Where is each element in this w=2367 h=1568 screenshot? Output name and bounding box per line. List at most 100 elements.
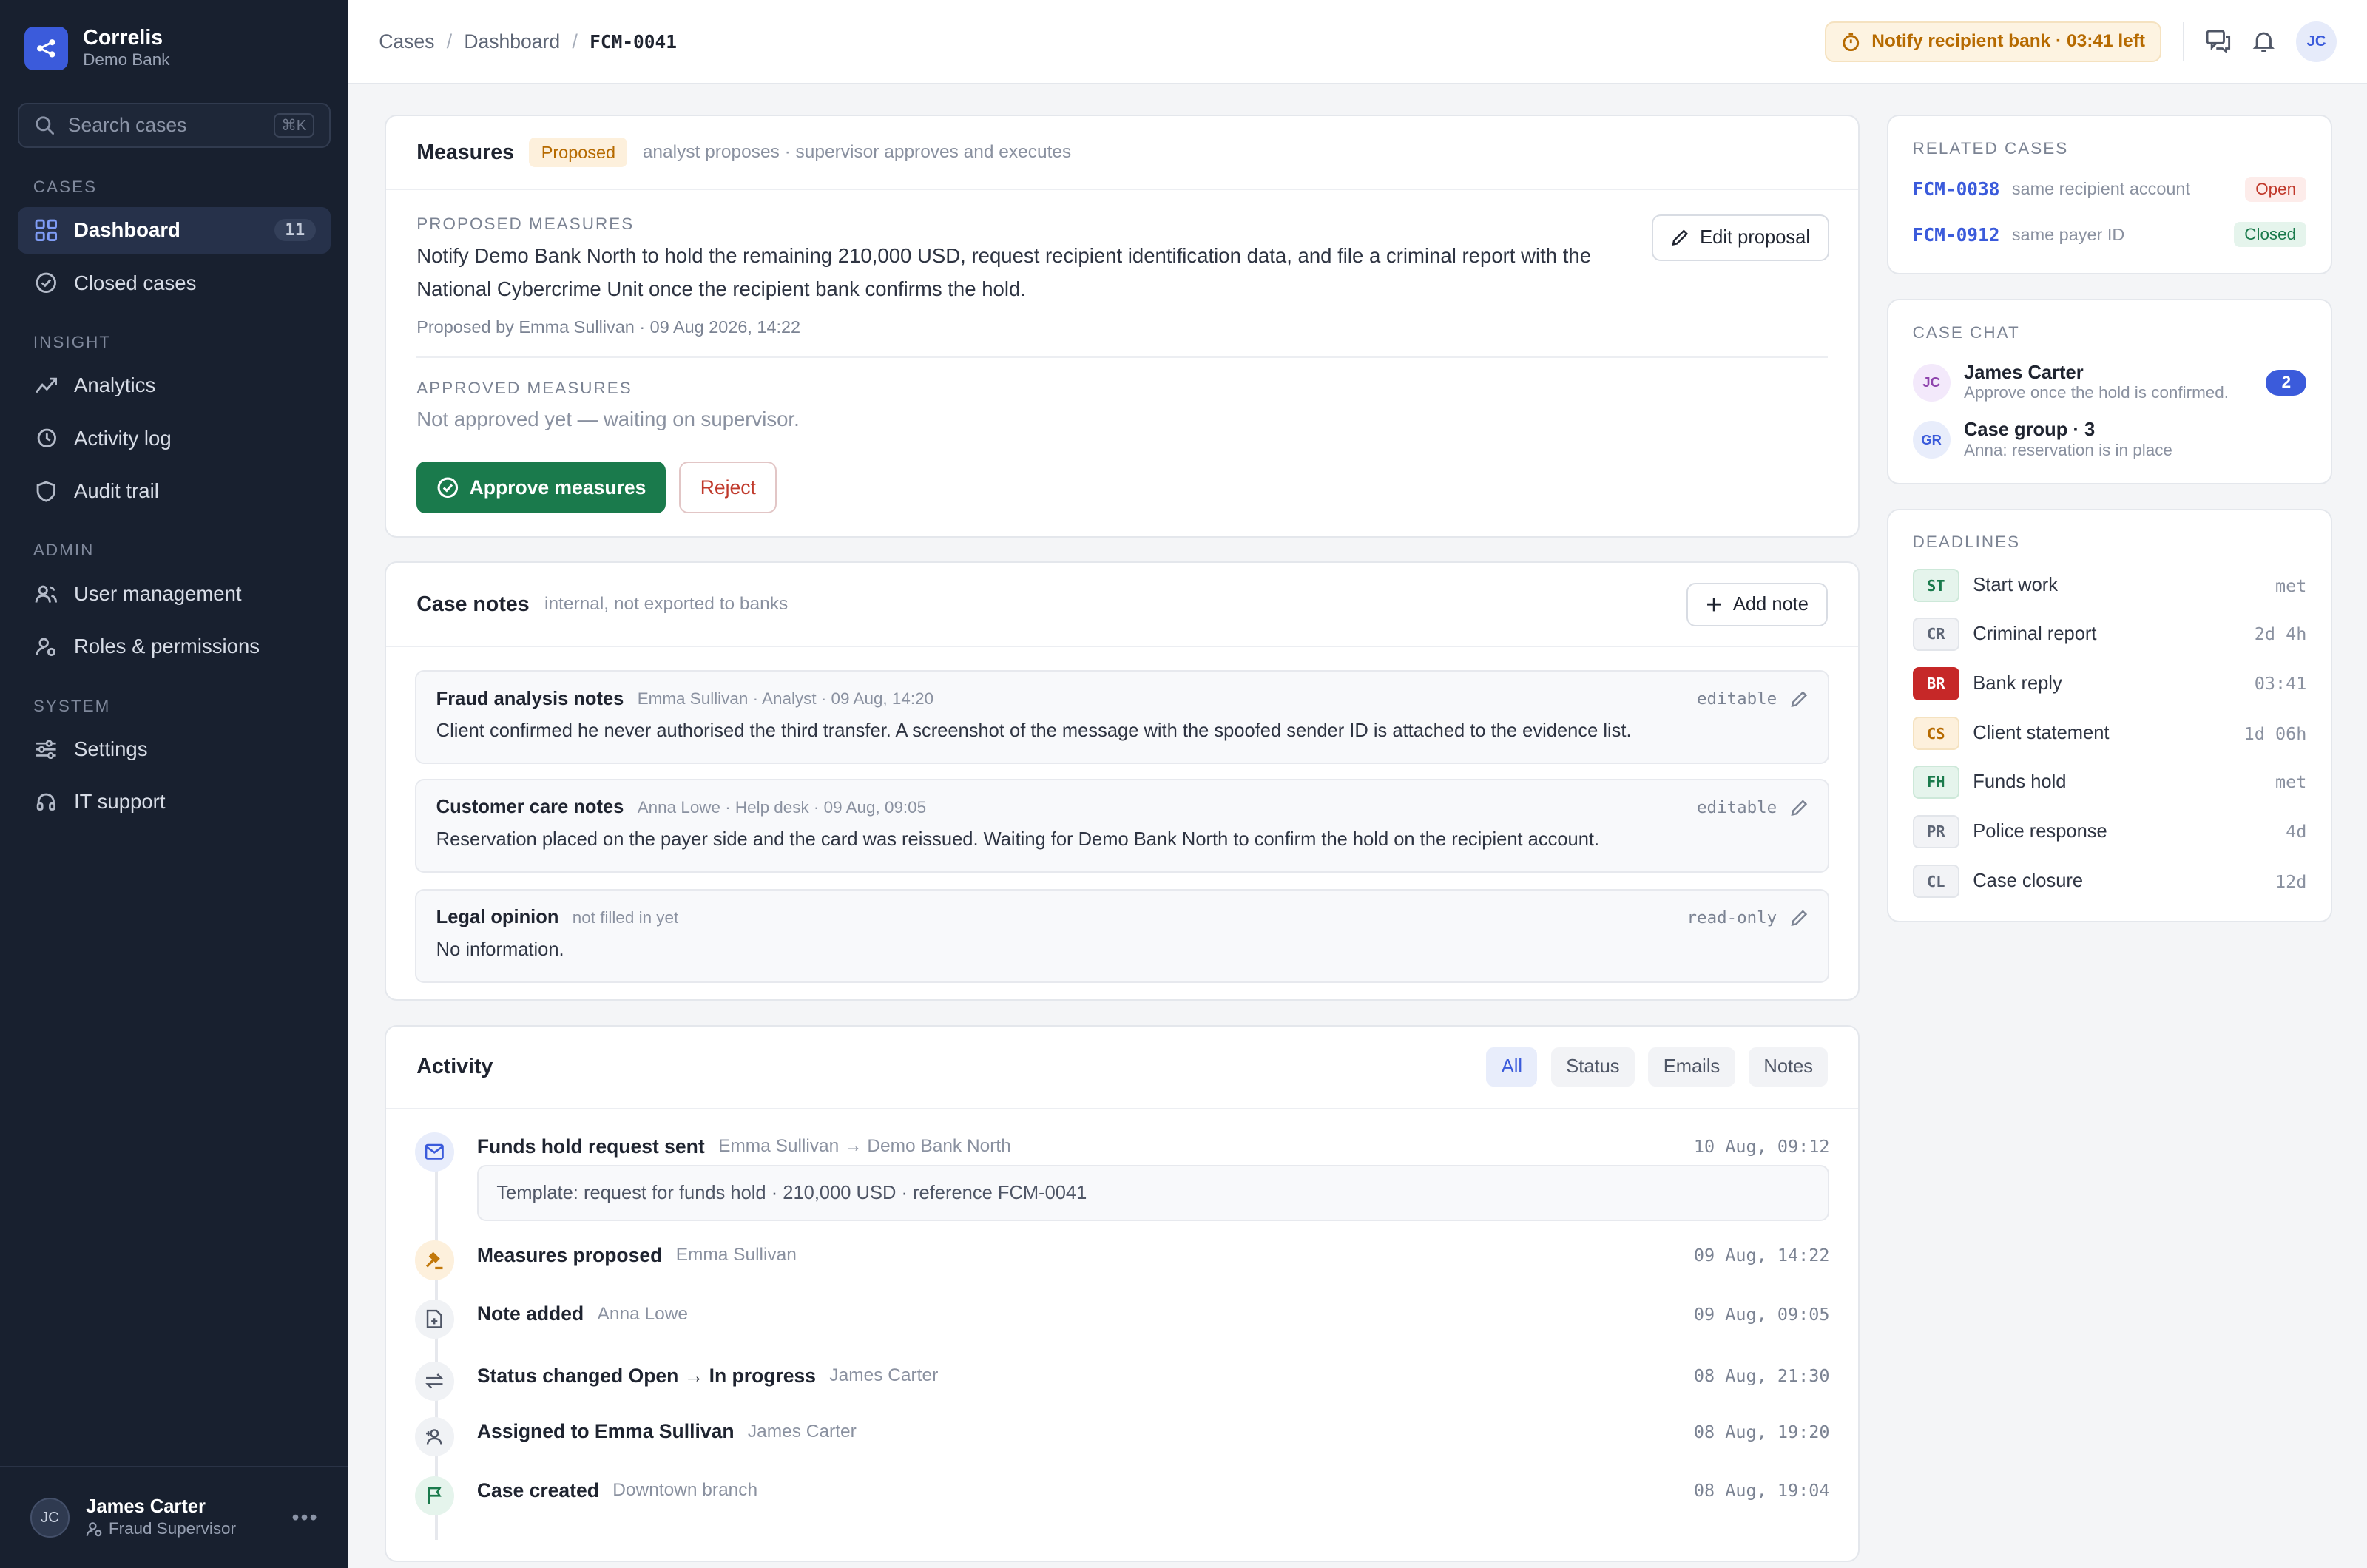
trend-icon: [33, 373, 59, 399]
pencil-icon[interactable]: [1790, 799, 1808, 817]
app-name: Correlis: [83, 25, 163, 50]
bell-icon[interactable]: [2252, 30, 2275, 54]
deadline-row: CR Criminal report 2d 4h: [1912, 617, 2307, 651]
case-id-link[interactable]: FCM-0038: [1913, 178, 2000, 200]
reject-button[interactable]: Reject: [679, 462, 777, 513]
note-tag: read-only: [1686, 908, 1777, 927]
tab-status[interactable]: Status: [1550, 1047, 1635, 1087]
proposed-by: Proposed by Emma Sullivan · 09 Aug 2026,…: [416, 317, 801, 337]
breadcrumb: Cases / Dashboard / FCM-0041: [379, 30, 677, 53]
note-meta: Emma Sullivan · Analyst · 09 Aug, 14:20: [637, 689, 934, 708]
event-actor: James Carter: [829, 1365, 939, 1386]
note-body: Client confirmed he never authorised the…: [436, 720, 1632, 741]
email-template-preview[interactable]: Template: request for funds hold · 210,0…: [476, 1165, 1830, 1221]
sidebar-item-user-management[interactable]: User management: [18, 570, 330, 617]
avatar[interactable]: JC: [2296, 21, 2337, 62]
section-label-system: SYSTEM: [33, 696, 111, 715]
tab-all[interactable]: All: [1486, 1047, 1538, 1087]
breadcrumb-dashboard[interactable]: Dashboard: [464, 30, 560, 53]
status-badge: Closed: [2233, 221, 2307, 248]
brand[interactable]: Correlis Demo Bank: [0, 0, 348, 71]
status-badge: Proposed: [529, 138, 628, 167]
deadline-value: 2d 4h: [2254, 624, 2307, 645]
note-tag: editable: [1697, 797, 1777, 817]
grid-icon: [33, 217, 59, 243]
sidebar-item-audit-trail[interactable]: Audit trail: [18, 468, 330, 515]
tab-emails[interactable]: Emails: [1648, 1047, 1735, 1087]
breadcrumb-current: FCM-0041: [590, 30, 677, 53]
activity-event: Case created Downtown branch 08 Aug, 19:…: [415, 1476, 1829, 1515]
deadlines-title: DEADLINES: [1912, 533, 2021, 552]
deadline-row: FH Funds hold met: [1912, 765, 2306, 799]
plus-icon: [1706, 596, 1722, 612]
chat-thread[interactable]: GR Case group · 3 Anna: reservation is i…: [1912, 419, 2307, 460]
more-icon[interactable]: •••: [291, 1506, 318, 1530]
event-time: 08 Aug, 19:04: [1693, 1480, 1830, 1501]
case-notes-card: Case notes internal, not exported to ban…: [385, 561, 1860, 1001]
sidebar-item-roles-permissions[interactable]: Roles & permissions: [18, 624, 330, 670]
sidebar-item-label: IT support: [73, 790, 166, 814]
note-fraud-analysis: Fraud analysis notes Emma Sullivan · Ana…: [415, 670, 1830, 764]
deadline-label: Bank reply: [1973, 672, 2062, 694]
user-role: Fraud Supervisor: [108, 1519, 236, 1538]
related-case-row[interactable]: FCM-0912 same payer ID Closed: [1913, 221, 2307, 248]
deadline-value: met: [2275, 575, 2307, 596]
pencil-icon[interactable]: [1790, 690, 1808, 708]
event-title: Status changed Open → In progress: [476, 1364, 817, 1387]
sidebar-item-analytics[interactable]: Analytics: [18, 362, 330, 409]
section-label-admin: ADMIN: [33, 541, 95, 560]
section-label-insight: INSIGHT: [33, 332, 112, 351]
event-title: Note added: [476, 1302, 584, 1325]
event-actor: Emma Sullivan: [675, 1245, 797, 1265]
deadline-timer[interactable]: Notify recipient bank · 03:41 left: [1825, 21, 2162, 62]
edit-proposal-button[interactable]: Edit proposal: [1651, 214, 1830, 261]
chat-thread[interactable]: JC James Carter Approve once the hold is…: [1912, 362, 2307, 403]
deadline-value: 03:41: [2254, 673, 2307, 695]
note-body: No information.: [436, 939, 564, 960]
note-legal-opinion: Legal opinion not filled in yet read-onl…: [415, 888, 1830, 983]
note-icon: [415, 1300, 455, 1339]
chat-title: CASE CHAT: [1912, 322, 2020, 342]
avatar: GR: [1912, 421, 1951, 459]
sidebar-item-activity-log[interactable]: Activity log: [18, 415, 330, 462]
add-note-button[interactable]: Add note: [1686, 582, 1829, 626]
sidebar-item-label: Roles & permissions: [73, 635, 260, 658]
sidebar-item-it-support[interactable]: IT support: [18, 779, 330, 825]
deadline-row: ST Start work met: [1912, 569, 2307, 603]
tab-notes[interactable]: Notes: [1749, 1047, 1829, 1087]
activity-title: Activity: [416, 1055, 493, 1079]
deadlines-card: DEADLINES ST Start work met CR Criminal …: [1887, 508, 2333, 922]
activity-event: Measures proposed Emma Sullivan 09 Aug, …: [415, 1240, 1829, 1280]
event-time: 10 Aug, 09:12: [1693, 1136, 1830, 1158]
chat-icon[interactable]: [2206, 30, 2232, 54]
sidebar-item-settings[interactable]: Settings: [18, 726, 330, 772]
note-title: Fraud analysis notes: [436, 688, 624, 709]
sidebar-item-label: Closed cases: [73, 271, 197, 294]
approve-label: Approve measures: [469, 476, 646, 499]
event-actor: Anna Lowe: [597, 1303, 688, 1324]
event-time: 08 Aug, 21:30: [1693, 1365, 1830, 1387]
approve-measures-button[interactable]: Approve measures: [416, 462, 666, 513]
avatar: JC: [1912, 363, 1951, 402]
breadcrumb-cases[interactable]: Cases: [379, 30, 434, 53]
sidebar-item-label: Settings: [73, 737, 148, 760]
sidebar-item-label: User management: [73, 581, 242, 605]
pencil-icon[interactable]: [1790, 909, 1808, 927]
deadline-label: Start work: [1973, 575, 2059, 596]
note-meta: not filled in yet: [572, 908, 679, 927]
sidebar-item-dashboard[interactable]: Dashboard 11: [18, 206, 331, 254]
sidebar-item-closed-cases[interactable]: Closed cases: [18, 260, 330, 306]
search-input[interactable]: Search cases ⌘K: [18, 102, 331, 148]
related-reason: same payer ID: [2011, 224, 2125, 244]
proposed-label: PROPOSED MEASURES: [416, 214, 635, 233]
measures-title: Measures: [416, 140, 514, 164]
deadline-label: Criminal report: [1973, 623, 2097, 644]
event-title: Funds hold request sent: [476, 1135, 705, 1158]
approved-label: APPROVED MEASURES: [416, 379, 632, 398]
deadline-row: BR Bank reply 03:41: [1912, 666, 2307, 700]
activity-event: Note added Anna Lowe 09 Aug, 09:05: [415, 1300, 1829, 1339]
current-user[interactable]: JC James Carter Fraud Supervisor •••: [0, 1465, 349, 1568]
deadline-label: Client statement: [1973, 723, 2110, 744]
related-case-row[interactable]: FCM-0038 same recipient account Open: [1913, 176, 2307, 202]
case-id-link[interactable]: FCM-0912: [1913, 224, 2000, 246]
